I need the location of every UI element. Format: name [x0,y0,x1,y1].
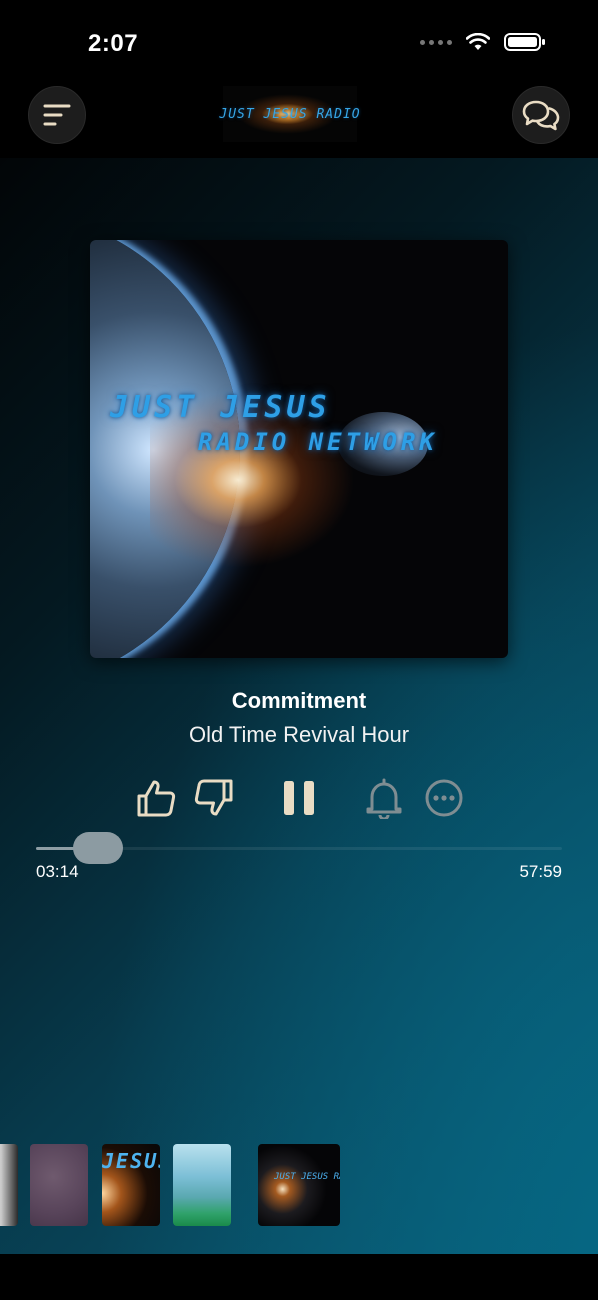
album-art-subtitle: RADIO NETWORK [198,428,438,456]
menu-lines-icon [43,104,71,126]
bell-icon [366,778,402,819]
chat-bubbles-icon [522,100,560,131]
total-duration: 57:59 [519,862,562,881]
alert-button[interactable] [362,776,406,820]
thumbs-down-icon [194,779,233,816]
pause-icon [284,781,314,815]
cellular-signal-icon [420,39,452,45]
like-button[interactable] [134,776,178,820]
app-header: JUST JESUS RADIO [0,80,598,158]
recently-played-row: JESUS RADIO JUST JESUS RADIO NETWORK [0,1144,598,1228]
recent-item-art-text: JUST JESUS RADIO NETWORK [274,1172,340,1182]
recent-item[interactable] [30,1144,88,1226]
track-title: Commitment [231,688,367,713]
battery-icon [504,33,545,51]
more-options-button[interactable] [422,776,466,820]
album-art: JUST JESUS RADIO NETWORK [90,240,508,658]
elapsed-time: 03:14 [36,862,79,881]
dislike-button[interactable] [192,776,236,820]
recent-item[interactable]: JESUS RADIO [102,1144,160,1226]
station-logo: JUST JESUS RADIO [219,86,360,142]
chat-button[interactable] [512,86,570,144]
progress-slider-knob[interactable] [73,832,124,864]
thumbs-up-icon [137,780,176,817]
recent-item[interactable] [0,1144,18,1226]
album-art-title: JUST JESUS [110,390,331,425]
station-logo-text: JUST JESUS RADIO [219,106,361,122]
status-icons [420,32,546,52]
menu-button[interactable] [28,86,86,144]
recent-item-art-text: JESUS RADIO [102,1149,160,1173]
recent-item[interactable] [173,1144,231,1226]
more-options-icon [425,779,463,817]
show-name: Old Time Revival Hour [188,722,410,747]
home-indicator-area [0,1254,598,1300]
status-time: 2:07 [88,30,139,57]
recent-item-current[interactable]: JUST JESUS RADIO NETWORK [258,1144,340,1226]
status-bar: 2:07 [0,0,598,80]
player-panel: JUST JESUS RADIO NETWORK Commitment Old … [0,158,598,1254]
pause-button[interactable] [278,776,320,820]
now-playing-screen: 2:07 JUST JESUS RADIO JUST JESUS RADIO N… [0,0,598,1300]
wifi-icon [466,33,490,50]
